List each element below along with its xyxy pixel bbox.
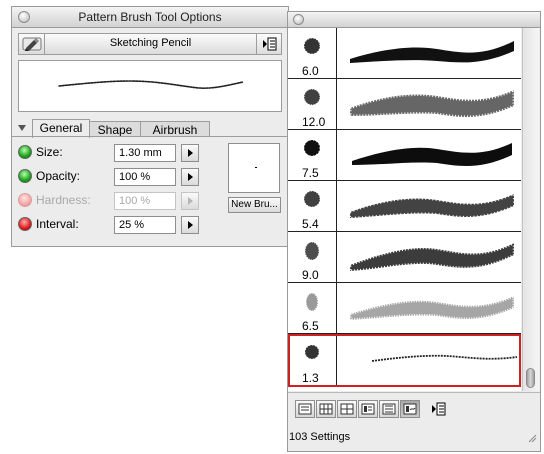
brush-item[interactable]: 6.5: [288, 283, 521, 334]
view-detail2-icon[interactable]: [379, 400, 399, 418]
library-menu-icon[interactable]: [429, 400, 449, 418]
view-grid-icon[interactable]: [316, 400, 336, 418]
brush-stroke-sample: [371, 354, 518, 362]
brush-stroke-sample: [350, 41, 514, 63]
brush-selector[interactable]: Sketching Pencil: [18, 33, 282, 55]
brush-size: 1.3: [302, 371, 319, 385]
preview-stroke: [58, 80, 244, 89]
brush-item[interactable]: 9.0: [288, 232, 521, 283]
pressure-toggle-icon: [18, 193, 32, 207]
size-label: Size:: [36, 145, 63, 159]
resize-grip-icon[interactable]: [527, 433, 537, 443]
brush-stroke-sample: [348, 240, 516, 273]
vertical-scrollbar[interactable]: [522, 28, 539, 391]
brush-size: 9.0: [302, 268, 319, 282]
tab-airbrush[interactable]: Airbrush: [140, 121, 210, 137]
brush-item[interactable]: 7.5: [288, 130, 521, 181]
brush-item[interactable]: 6.0: [288, 28, 521, 79]
view-detail-icon[interactable]: [358, 400, 378, 418]
pressure-toggle-icon[interactable]: [18, 217, 32, 231]
brush-name: Sketching Pencil: [109, 37, 192, 49]
brush-stroke-sample: [349, 192, 515, 220]
brush-library-panel: 6.0 12.0 7.5 5.4 9.0 6.5 1.3 103 Setting…: [287, 11, 541, 452]
opacity-label: Opacity:: [36, 169, 81, 183]
brush-tip-icon: [304, 241, 320, 261]
hardness-slider-button: [181, 192, 199, 210]
size-field[interactable]: 1.30 mm: [114, 144, 176, 162]
new-brush-button[interactable]: New Bru...: [228, 197, 281, 213]
tab-shape[interactable]: Shape: [89, 121, 141, 137]
brush-tip-icon: [305, 292, 319, 312]
interval-field[interactable]: 25 %: [114, 216, 176, 234]
tool-options-panel: Pattern Brush Tool Options Sketching Pen…: [11, 6, 289, 247]
brush-tip-icon: [303, 139, 321, 157]
brush-stroke-sample: [348, 293, 516, 322]
library-titlebar[interactable]: [288, 12, 540, 28]
brush-tip-icon: [303, 190, 321, 208]
panel-menu-icon[interactable]: [260, 36, 278, 52]
brush-size: 5.4: [302, 217, 319, 231]
brush-tip-icon: [303, 37, 321, 55]
hardness-label: Hardness:: [36, 193, 91, 207]
view-stroke-icon[interactable]: [400, 400, 420, 418]
view-list-icon[interactable]: [295, 400, 315, 418]
scroll-thumb[interactable]: [526, 368, 535, 388]
view-grid2-icon[interactable]: [337, 400, 357, 418]
options-panel-title: Pattern Brush Tool Options: [78, 10, 222, 24]
brush-size: 6.5: [302, 319, 319, 333]
tab-bar: General Shape Airbrush: [12, 119, 288, 138]
interval-slider-button[interactable]: [181, 216, 199, 234]
options-titlebar[interactable]: Pattern Brush Tool Options: [12, 7, 288, 28]
brush-stroke-sample: [352, 143, 512, 166]
brush-tip-icon: [304, 344, 320, 360]
status-bar: 103 Settings: [288, 425, 540, 451]
pressure-toggle-icon[interactable]: [18, 169, 32, 183]
brush-list: 6.0 12.0 7.5 5.4 9.0 6.5 1.3: [288, 28, 521, 391]
brush-size: 6.0: [302, 64, 319, 78]
brush-item[interactable]: 5.4: [288, 181, 521, 232]
brush-item-selected[interactable]: 1.3: [288, 334, 521, 387]
hardness-field: 100 %: [114, 192, 176, 210]
opacity-field[interactable]: 100 %: [114, 168, 176, 186]
brush-size: 12.0: [302, 115, 326, 129]
collapse-triangle-icon[interactable]: [18, 125, 26, 131]
brush-tip-thumbnail: [228, 143, 280, 193]
brush-tip-icon: [303, 88, 321, 106]
brush-size: 7.5: [302, 166, 319, 180]
brush-item[interactable]: 12.0: [288, 79, 521, 130]
size-slider-button[interactable]: [181, 144, 199, 162]
view-toolbar: [288, 392, 540, 425]
pressure-toggle-icon[interactable]: [18, 145, 32, 159]
brush-stroke-sample: [348, 87, 516, 119]
interval-label: Interval:: [36, 217, 79, 231]
close-icon[interactable]: [293, 14, 304, 25]
settings-count: 103 Settings: [289, 431, 351, 443]
stroke-preview: [18, 60, 282, 112]
pencil-icon[interactable]: [22, 36, 42, 52]
opacity-slider-button[interactable]: [181, 168, 199, 186]
